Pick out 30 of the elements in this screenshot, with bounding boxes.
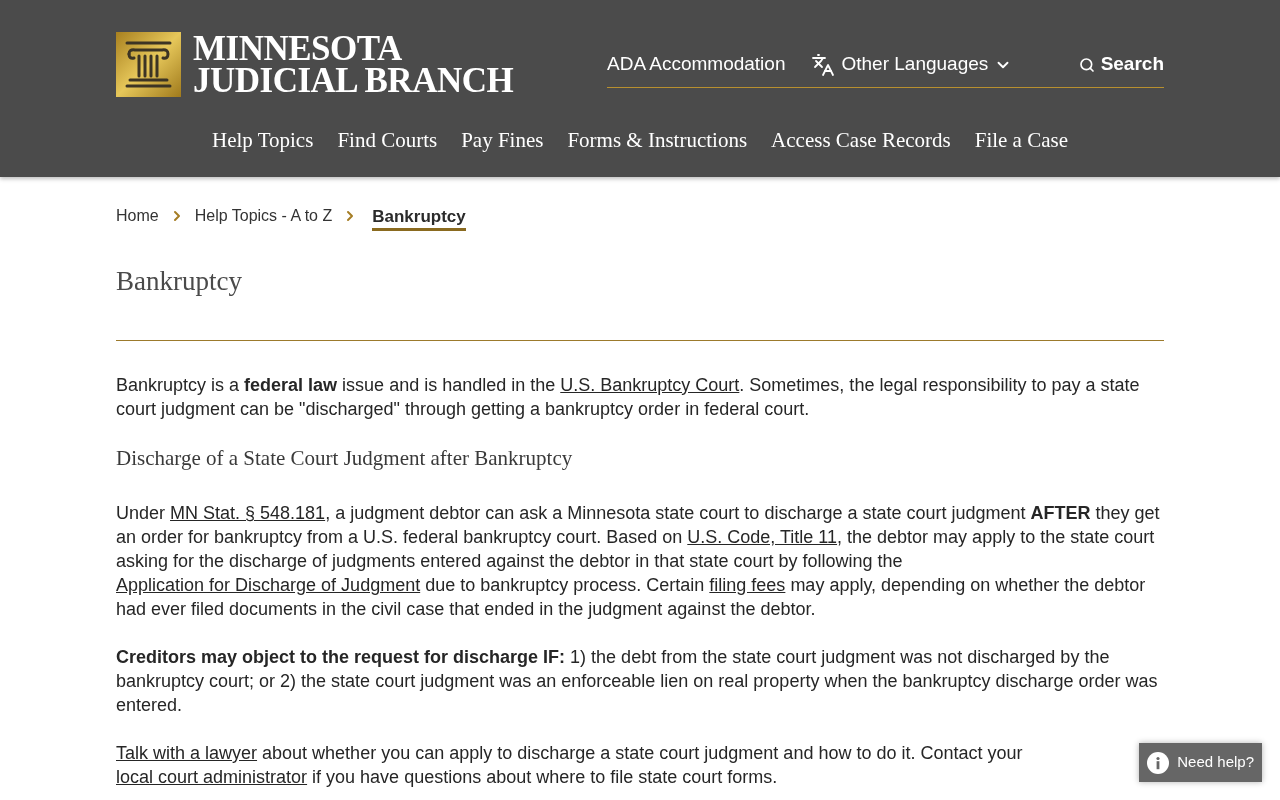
text-link[interactable]: U.S. Code, Title 11 xyxy=(687,527,838,547)
nav-link[interactable]: Help Topics xyxy=(212,127,314,153)
page-title: Bankruptcy xyxy=(116,265,243,298)
body-paragraph: Creditors may object to the request for discharge IF: 1) the debt from the state court judgment was not discharged by the bankruptcy court; or 2) the state court judgment was an enforceable lien on real property when the bankruptcy discharge order was entered. xyxy=(116,646,1159,717)
breadcrumb-link[interactable]: Bankruptcy xyxy=(372,205,466,231)
search-button[interactable]: Search xyxy=(1078,50,1164,79)
pillar-logo-icon xyxy=(116,32,181,97)
text-link[interactable]: MN Stat. § 548.181 xyxy=(170,503,326,523)
search-icon xyxy=(1078,56,1095,73)
info-icon xyxy=(1147,751,1170,774)
language-menu-button[interactable]: Other Languages xyxy=(811,50,1013,79)
need-help-button[interactable]: Need help? xyxy=(1139,743,1262,782)
text-link[interactable]: filing fees xyxy=(709,575,786,595)
logo-text[interactable]: MINNESOTA JUDICIAL BRANCH xyxy=(193,32,514,97)
section-heading: Discharge of a State Court Judgment after Bankruptcy xyxy=(116,445,574,471)
body-paragraph: Bankruptcy is a federal law issue and is handled in the U.S. Bankruptcy Court. Sometimes, the legal responsibility to pay a state court judgment can be "discharged" through getting a bankruptcy order in federal court. xyxy=(116,374,1141,421)
translate-icon xyxy=(811,52,836,77)
nav-link[interactable]: Pay Fines xyxy=(461,127,544,153)
text-link[interactable]: local court administrator xyxy=(116,767,308,787)
breadcrumb-link[interactable]: Home xyxy=(116,205,159,227)
body-paragraph: Under MN Stat. § 548.181, a judgment debtor can ask a Minnesota state court to discharge a state court judgment AFTER they get an order for bankruptcy from a U.S. federal bankruptcy court. Based on U.S. Code, Title 11, the debtor may apply to the state court asking for the discharge of judgments entered against the debtor in that state court by following the Application for Discharge of Judgment due to bankruptcy process. Certain filing fees may apply, depending on whether the debtor had ever filed documents in the civil case that ended in the judgment against the debtor. xyxy=(116,502,1161,621)
nav-link[interactable]: File a Case xyxy=(974,127,1068,153)
nav-link[interactable]: Access Case Records xyxy=(771,127,951,153)
utility-link[interactable]: ADA Accommodation xyxy=(607,50,786,79)
nav-link[interactable]: Find Courts xyxy=(337,127,438,153)
breadcrumb-link[interactable]: Help Topics - A to Z xyxy=(194,205,333,227)
text-link[interactable]: Application for Discharge of Judgment xyxy=(116,575,421,595)
text-link[interactable]: U.S. Bankruptcy Court xyxy=(560,375,740,395)
text-link[interactable]: Talk with a lawyer xyxy=(116,743,258,763)
nav-link[interactable]: Forms & Instructions xyxy=(567,127,748,153)
